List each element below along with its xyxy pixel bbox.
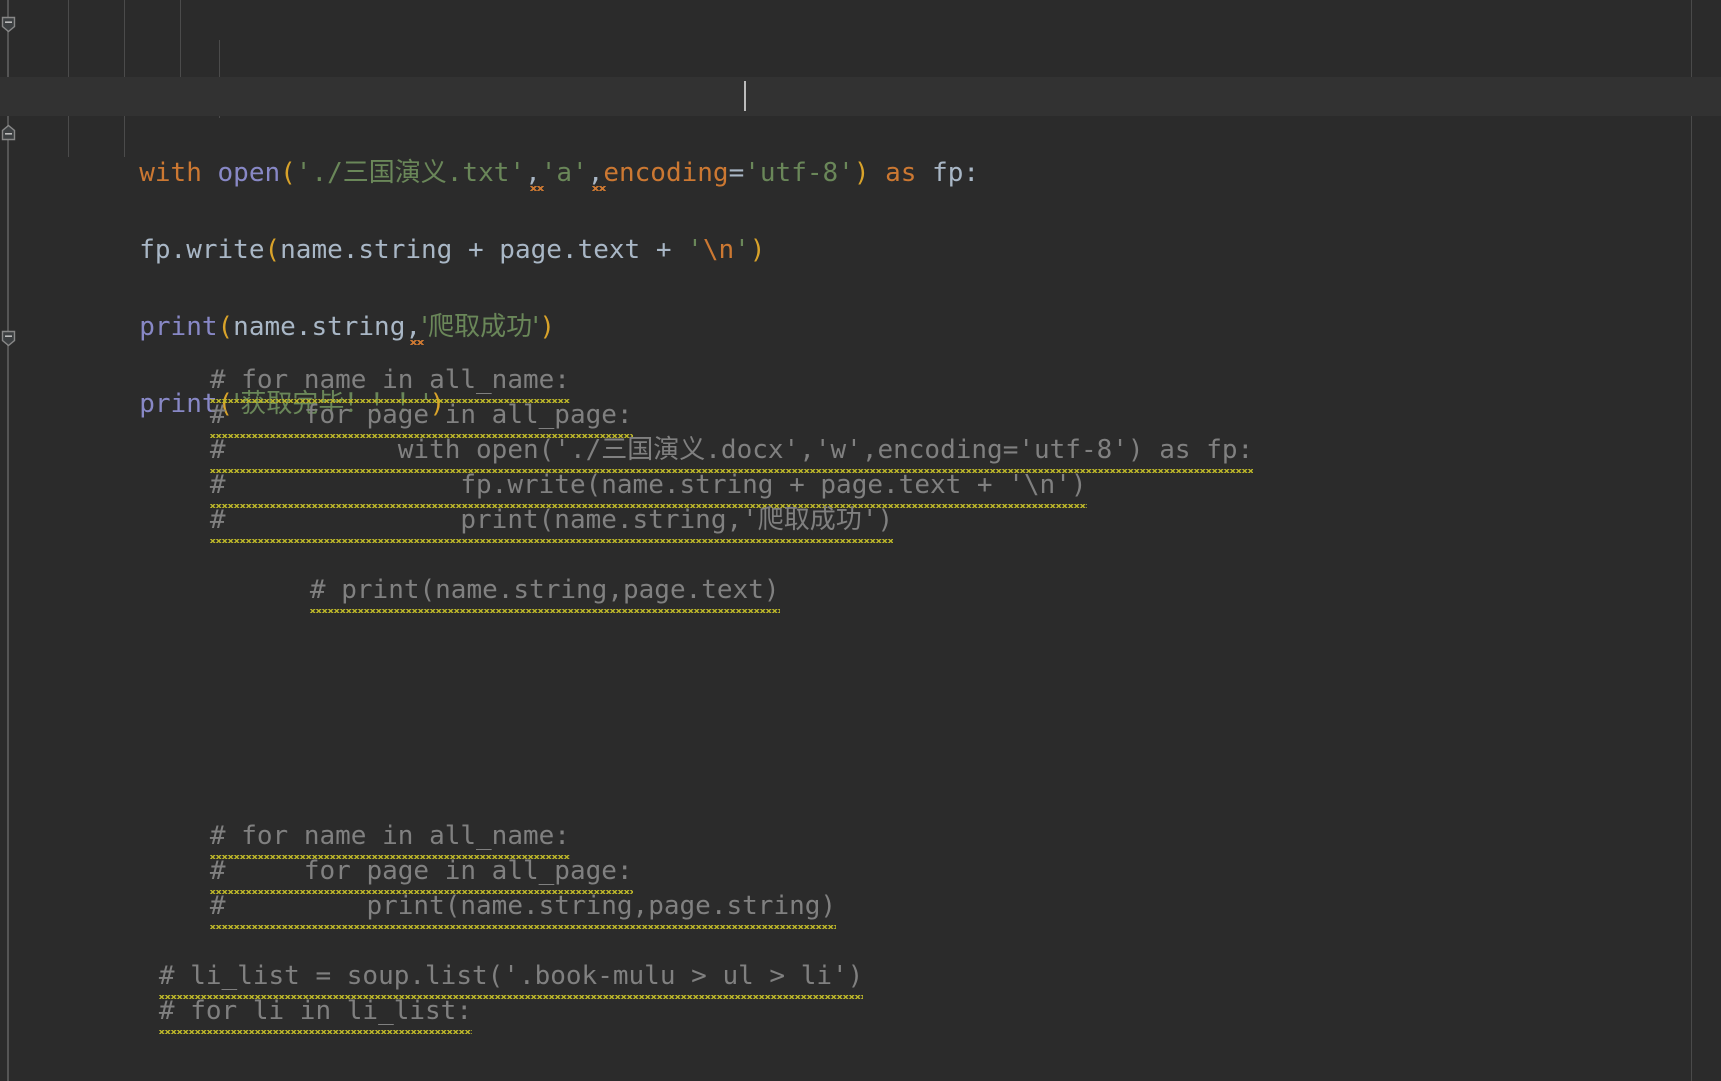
comment-line[interactable]: # with open('./三国演义.docx','w',encoding='… xyxy=(116,392,1254,473)
comment-line[interactable]: # print(name.string,'爬取成功') xyxy=(116,462,894,543)
code-line-for-page[interactable]: for page in all_page: xyxy=(0,0,1721,111)
comment-line[interactable]: # for name in all_name: xyxy=(116,322,570,403)
comment-line[interactable]: # for page in all_page: xyxy=(116,357,633,438)
code-line-with-open[interactable]: with open('./三国演义.txt','a',encoding='utf… xyxy=(0,77,1721,191)
comment-line[interactable]: # fp.write(name.string + page.text + '\n… xyxy=(116,427,1087,508)
code-line-print-success[interactable]: print(name.string,'爬取成功') xyxy=(0,231,1721,345)
comment-line[interactable]: # for name in all_name: xyxy=(116,778,570,859)
comment-line[interactable]: # li_list = soup.list('.book-mulu > ul >… xyxy=(65,918,864,999)
comment-text: # for li in li_list: xyxy=(158,992,473,1034)
comment-line[interactable]: # for li in li_list: xyxy=(65,953,473,1034)
comment-text: # print(name.string,page.text) xyxy=(309,571,780,613)
code-line-fp-write[interactable]: fp.write(name.string + page.text + '\n') xyxy=(0,154,1721,265)
code-lines[interactable]: for page in all_page: with open('./三国演义.… xyxy=(0,0,1721,419)
comment-line[interactable]: # for page in all_page: xyxy=(116,813,633,894)
comment-line[interactable]: # print(name.string,page.string) xyxy=(116,848,837,929)
text-caret xyxy=(744,81,746,111)
comment-line[interactable]: # print(name.string,page.text) xyxy=(216,532,780,613)
code-editor-pane[interactable]: for page in all_page: with open('./三国演义.… xyxy=(0,0,1721,1081)
